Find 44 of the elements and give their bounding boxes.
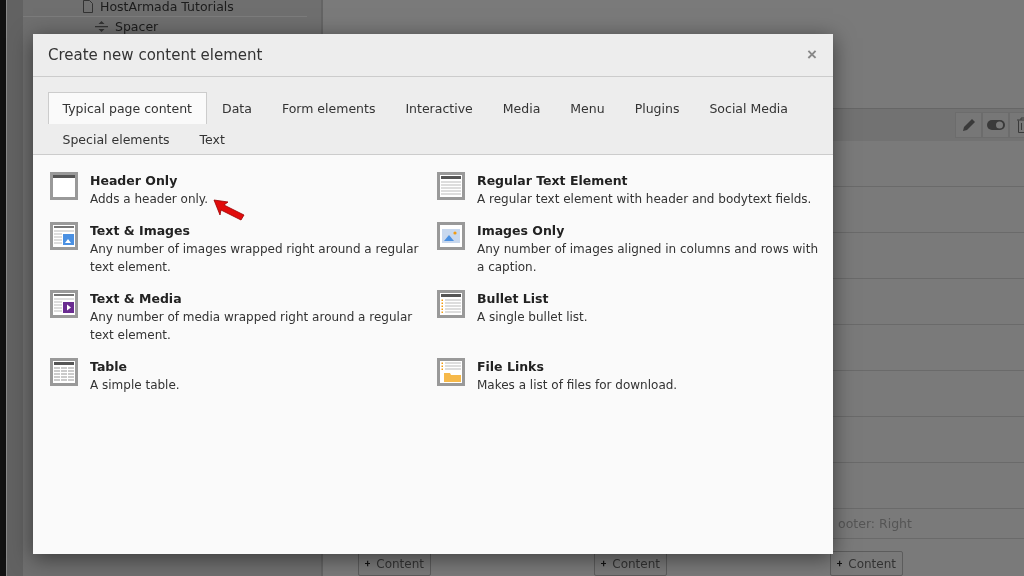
element-title[interactable]: Regular Text Element bbox=[477, 172, 812, 190]
element-description: Adds a header only. bbox=[90, 191, 209, 208]
tab[interactable]: Social Media bbox=[694, 92, 803, 123]
files-element-icon[interactable] bbox=[437, 358, 465, 386]
header-element-icon[interactable] bbox=[50, 172, 78, 200]
tab[interactable]: Data bbox=[207, 92, 267, 123]
element-title[interactable]: Text & Media bbox=[90, 290, 437, 308]
dialog-title: Create new content element bbox=[48, 46, 263, 64]
element-description: A regular text element with header and bodytext fields. bbox=[477, 191, 812, 208]
element-description: A single bullet list. bbox=[477, 309, 588, 326]
tab[interactable]: Typical page content bbox=[48, 92, 207, 124]
element-title[interactable]: File Links bbox=[477, 358, 678, 376]
page-icon bbox=[83, 0, 93, 13]
element-description: Any number of images aligned in columns and rows with a caption. bbox=[477, 241, 819, 276]
tab[interactable]: Text bbox=[185, 123, 240, 154]
element-title[interactable]: Table bbox=[90, 358, 180, 376]
tab[interactable]: Plugins bbox=[620, 92, 694, 123]
element-title[interactable]: Images Only bbox=[477, 222, 822, 240]
textpic-element-icon[interactable] bbox=[50, 222, 78, 250]
plus-icon bbox=[601, 558, 607, 569]
plus-icon bbox=[837, 558, 843, 569]
tab[interactable]: Menu bbox=[555, 92, 620, 123]
plus-icon bbox=[365, 558, 371, 569]
text-element-icon[interactable] bbox=[437, 172, 465, 200]
element-title[interactable]: Bullet List bbox=[477, 290, 588, 308]
toggle-icon bbox=[986, 118, 1005, 131]
tab[interactable]: Special elements bbox=[48, 123, 185, 154]
element-description: Any number of images wrapped right around a regular text element. bbox=[90, 241, 420, 276]
edit-button[interactable] bbox=[955, 111, 982, 138]
element-description: Any number of media wrapped right around a regular text element. bbox=[90, 309, 414, 344]
spacer-icon bbox=[95, 21, 108, 32]
element-title[interactable]: Header Only bbox=[90, 172, 209, 190]
element-title[interactable]: Text & Images bbox=[90, 222, 437, 240]
toggle-button[interactable] bbox=[982, 111, 1009, 138]
images-element-icon[interactable] bbox=[437, 222, 465, 250]
tab[interactable]: Form elements bbox=[267, 92, 390, 123]
pencil-icon bbox=[960, 116, 977, 133]
bullets-element-icon[interactable] bbox=[437, 290, 465, 318]
textmedia-element-icon[interactable] bbox=[50, 290, 78, 318]
element-description: A simple table. bbox=[90, 377, 180, 394]
tab[interactable]: Interactive bbox=[390, 92, 488, 123]
tab[interactable]: Media bbox=[488, 92, 555, 123]
table-element-icon[interactable] bbox=[50, 358, 78, 386]
element-description: Makes a list of files for download. bbox=[477, 377, 678, 394]
